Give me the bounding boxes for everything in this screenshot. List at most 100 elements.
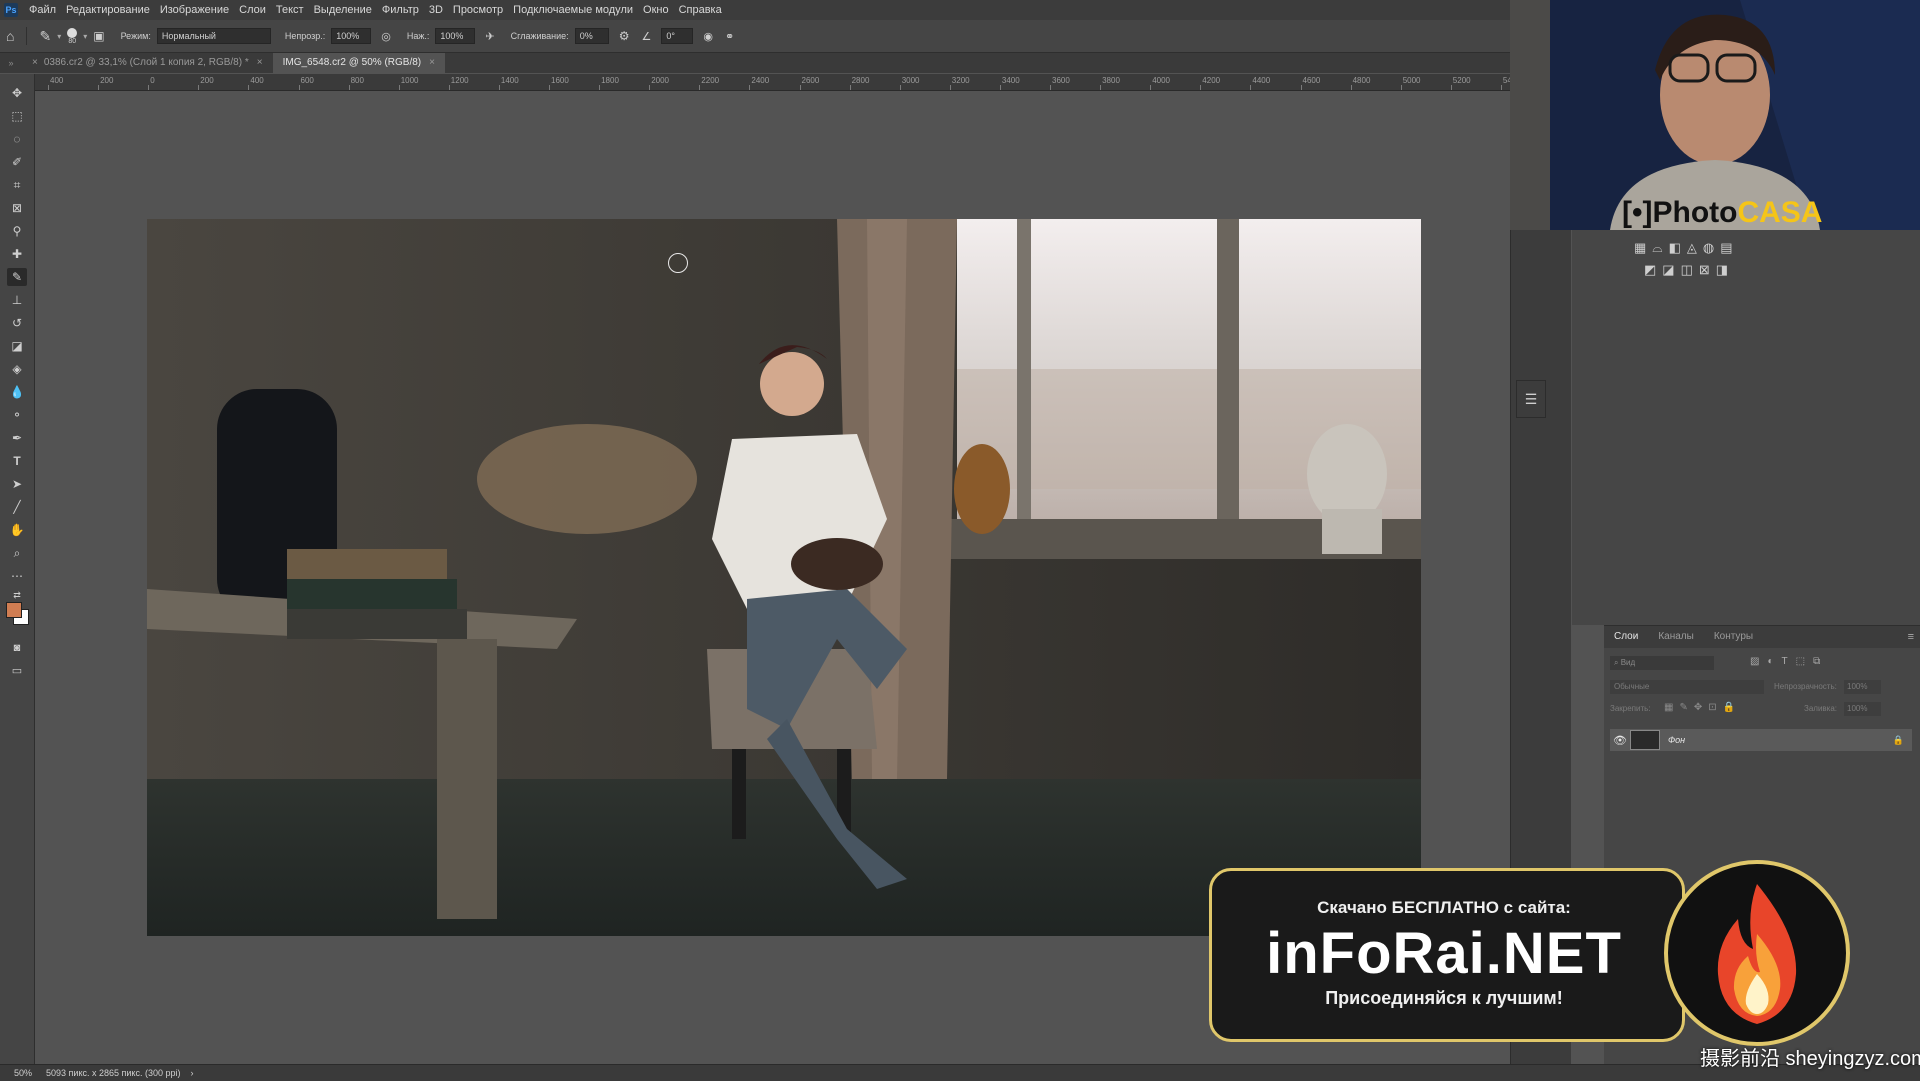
menu-filter[interactable]: Фильтр — [377, 4, 424, 16]
brush-preset-picker[interactable]: 80 — [67, 27, 78, 45]
close-icon[interactable]: × — [429, 53, 435, 73]
zoom-level[interactable]: 50% — [0, 1068, 46, 1078]
opacity-field[interactable]: 100% — [1844, 680, 1881, 694]
chevron-down-icon[interactable]: ▾ — [57, 32, 61, 41]
opacity-field[interactable]: 100% — [331, 28, 372, 44]
chevron-right-icon[interactable]: › — [190, 1068, 193, 1078]
symmetry-icon[interactable]: ⚭ — [725, 30, 734, 43]
filter-shape-icon[interactable]: ⬚ — [1796, 656, 1805, 667]
filter-adjustment-icon[interactable]: ◐ — [1767, 656, 1773, 667]
pressure-size-icon[interactable]: ◉ — [703, 30, 713, 43]
menu-file[interactable]: Файл — [24, 4, 61, 16]
layer-filter-select[interactable]: ⌕ Вид — [1610, 656, 1714, 670]
color-lookup-icon[interactable]: ▤ — [1720, 240, 1732, 256]
eye-visibility-icon[interactable]: 👁 — [1610, 734, 1630, 747]
brush-tool-icon[interactable]: ✎ — [39, 28, 51, 45]
brush-tool-icon[interactable]: ✎ — [7, 268, 27, 286]
eyedropper-tool-icon[interactable]: ⚲ — [7, 222, 27, 240]
eraser-tool-icon[interactable]: ◪ — [7, 337, 27, 355]
marquee-tool-icon[interactable]: ⬚ — [7, 107, 27, 125]
invert-icon[interactable]: ◩ — [1644, 262, 1656, 278]
airbrush-icon[interactable]: ✈ — [485, 30, 494, 43]
menu-3d[interactable]: 3D — [424, 4, 448, 16]
home-icon[interactable]: ⌂ — [6, 28, 14, 44]
panel-collapse-icon[interactable]: » — [0, 53, 22, 73]
tab-paths[interactable]: Контуры — [1704, 626, 1763, 648]
ruler-tick-mark — [1050, 85, 1051, 90]
dodge-tool-icon[interactable]: ⚬ — [7, 406, 27, 424]
close-icon[interactable]: × — [32, 53, 38, 73]
doc-tab-active[interactable]: IMG_6548.cr2 @ 50% (RGB/8) × — [272, 53, 445, 73]
curves-icon[interactable]: ⌓ — [1652, 240, 1662, 256]
more-tools-icon[interactable]: ⋯ — [7, 567, 27, 585]
fill-label: Заливка: — [1804, 704, 1838, 713]
filter-type-icon[interactable]: T — [1782, 656, 1788, 667]
paint-bucket-icon[interactable]: ◈ — [7, 360, 27, 378]
filter-smart-icon[interactable]: ⧉ — [1813, 656, 1820, 667]
pressure-opacity-icon[interactable]: ◎ — [381, 30, 391, 43]
vibrance-icon[interactable]: ◬ — [1687, 240, 1697, 256]
filter-pixel-icon[interactable]: ▨ — [1750, 656, 1759, 667]
ruler-tick-mark — [248, 85, 250, 90]
ruler-tick-mark — [1450, 85, 1452, 90]
threshold-icon[interactable]: ◫ — [1681, 262, 1693, 278]
menu-plugins[interactable]: Подключаемые модули — [508, 4, 638, 16]
selective-color-icon[interactable]: ⊠ — [1699, 262, 1710, 278]
layer-row-background[interactable]: 👁 Фон 🔒 — [1610, 729, 1912, 751]
chevron-down-icon[interactable]: ▾ — [83, 32, 87, 41]
panel-menu-icon[interactable]: ≡ — [1908, 626, 1920, 648]
menu-image[interactable]: Изображение — [155, 4, 234, 16]
tab-layers[interactable]: Слои — [1604, 626, 1648, 648]
move-tool-icon[interactable]: ✥ — [7, 84, 27, 102]
flow-field[interactable]: 100% — [435, 28, 476, 44]
lasso-tool-icon[interactable]: ◌ — [7, 130, 27, 148]
hand-tool-icon[interactable]: ✋ — [7, 521, 27, 539]
photoshop-logo-icon[interactable]: Ps — [4, 3, 18, 17]
clone-stamp-icon[interactable]: ⊥ — [7, 291, 27, 309]
close-icon[interactable]: × — [257, 53, 263, 73]
blend-mode-select[interactable]: Обычные — [1610, 680, 1764, 694]
fill-field[interactable]: 100% — [1844, 702, 1881, 716]
path-select-icon[interactable]: ➤ — [7, 475, 27, 493]
mode-select[interactable]: Нормальный — [156, 28, 271, 44]
ruler-tick-mark — [1300, 85, 1302, 90]
exposure-icon[interactable]: ◧ — [1669, 240, 1681, 256]
zoom-tool-icon[interactable]: ⌕ — [7, 544, 27, 562]
properties-panel-icon[interactable]: ☰ — [1516, 380, 1546, 418]
frame-tool-icon[interactable]: ⊠ — [7, 199, 27, 217]
brightness-icon[interactable]: ▦ — [1634, 240, 1646, 256]
blur-tool-icon[interactable]: 💧 — [7, 383, 27, 401]
canvas-image[interactable] — [147, 219, 1421, 936]
menu-help[interactable]: Справка — [674, 4, 727, 16]
menu-text[interactable]: Текст — [271, 4, 309, 16]
tab-channels[interactable]: Каналы — [1648, 626, 1704, 648]
posterize-icon[interactable]: ◪ — [1662, 262, 1674, 278]
crop-tool-icon[interactable]: ⌗ — [7, 176, 27, 194]
webcam-overlay: [•]PhotoCASA — [1510, 0, 1920, 230]
hue-saturation-icon[interactable]: ◍ — [1703, 240, 1714, 256]
gradient-map-icon[interactable]: ◨ — [1716, 262, 1728, 278]
doc-tab[interactable]: × 0386.cr2 @ 33,1% (Слой 1 копия 2, RGB/… — [22, 53, 273, 73]
quick-select-tool-icon[interactable]: ✐ — [7, 153, 27, 171]
healing-brush-icon[interactable]: ✚ — [7, 245, 27, 263]
menu-layers[interactable]: Слои — [234, 4, 271, 16]
menu-edit[interactable]: Редактирование — [61, 4, 155, 16]
smoothing-field[interactable]: 0% — [574, 28, 609, 44]
line-tool-icon[interactable]: ╱ — [7, 498, 27, 516]
pen-tool-icon[interactable]: ✒ — [7, 429, 27, 447]
brush-settings-icon[interactable]: ▣ — [93, 29, 104, 43]
menu-view[interactable]: Просмотр — [448, 4, 508, 16]
history-brush-icon[interactable]: ↺ — [7, 314, 27, 332]
gear-icon[interactable]: ⚙ — [619, 29, 630, 43]
screen-mode-icon[interactable]: ▭ — [7, 662, 27, 680]
quick-mask-icon[interactable]: ◙ — [7, 639, 27, 657]
type-tool-icon[interactable]: T — [7, 452, 27, 470]
menu-window[interactable]: Окно — [638, 4, 674, 16]
lock-icons[interactable]: ▦✎✥⊡🔒 — [1664, 702, 1741, 713]
foreground-color-swatch[interactable] — [6, 602, 22, 618]
ruler-tick-mark — [749, 85, 751, 90]
ruler-tick-mark — [1150, 85, 1152, 90]
angle-field[interactable]: 0° — [661, 28, 694, 44]
ruler-tick-label: 2200 — [701, 76, 720, 85]
menu-select[interactable]: Выделение — [309, 4, 377, 16]
